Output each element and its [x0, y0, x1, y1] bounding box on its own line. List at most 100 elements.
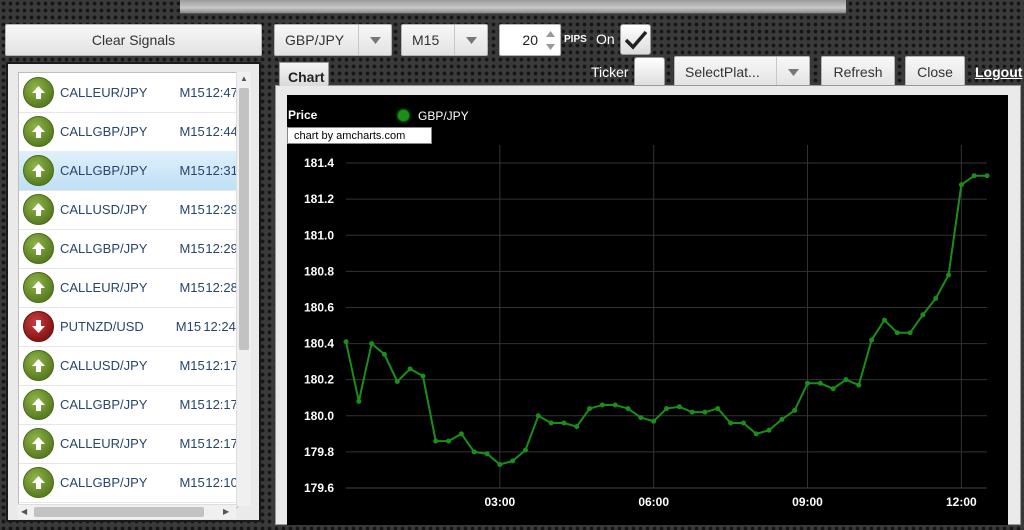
signal-row[interactable]: CALLGBP/JPY M1512:10:45 [19, 463, 237, 503]
platform-dropdown[interactable]: SelectPlat... [674, 56, 810, 88]
x-tick-label: 12:00 [946, 495, 977, 509]
signal-type: CALL [60, 163, 93, 178]
price-point [651, 418, 657, 424]
signal-row[interactable]: CALLUSD/JPY M1512:29:52 [19, 190, 237, 230]
spin-up-icon[interactable] [543, 27, 558, 40]
close-button[interactable]: Close [905, 56, 965, 88]
arrow-up-icon [23, 467, 54, 498]
ticker-checkbox[interactable] [634, 57, 665, 88]
symbol-value: GBP/JPY [285, 32, 345, 48]
signal-pair: GBP/JPY [92, 241, 148, 256]
signal-pair: GBP/JPY [92, 475, 148, 490]
price-point [792, 407, 798, 413]
y-tick-label: 180.2 [304, 373, 334, 387]
pips-label: PIPS [564, 34, 587, 45]
signal-timeframe: M15 [179, 358, 205, 373]
price-point [446, 438, 452, 444]
y-tick-label: 181.4 [304, 156, 334, 170]
signal-type: CALL [60, 124, 93, 139]
price-point [612, 402, 618, 408]
scroll-left-icon[interactable]: ◀ [21, 507, 27, 516]
signal-timeframe: M15 [179, 436, 205, 451]
price-point [830, 386, 836, 392]
chart-credit[interactable]: chart by amcharts.com [287, 127, 432, 144]
price-point [587, 406, 593, 412]
price-point [766, 427, 772, 433]
signal-time: 12:10:45 [205, 475, 237, 490]
arrow-down-icon [23, 311, 54, 342]
signal-timeframe: M15 [179, 202, 205, 217]
signal-row[interactable]: CALLEUR/JPY M1512:47:53 [19, 73, 237, 113]
signal-list-panel: CALLEUR/JPYM1512:47:53CALLGBP/JPYM1512:4… [6, 62, 261, 522]
signal-row[interactable]: CALLUSD/JPY M1512:17:38 [19, 346, 237, 386]
price-point [625, 406, 631, 412]
price-point [779, 416, 785, 422]
signal-row[interactable]: CALLEUR/JPY M1512:17:03 [19, 424, 237, 464]
arrow-up-icon [23, 116, 54, 147]
signal-row[interactable]: CALLEUR/JPY M1512:28:53 [19, 268, 237, 308]
on-label: On [596, 31, 615, 47]
scroll-up-icon[interactable]: ▲ [240, 74, 248, 83]
price-point [369, 341, 375, 347]
timeframe-dropdown[interactable]: M15 [401, 24, 488, 56]
symbol-dropdown[interactable]: GBP/JPY [274, 24, 392, 56]
price-point [920, 312, 926, 318]
price-point [856, 382, 862, 388]
arrow-up-icon [23, 155, 54, 186]
price-point [458, 431, 464, 437]
signal-type: CALL [60, 85, 93, 100]
signal-timeframe: M15 [179, 397, 205, 412]
logout-link[interactable]: Logout [975, 64, 1022, 80]
price-point [433, 438, 439, 444]
signal-pair: USD/JPY [92, 202, 148, 217]
x-tick-label: 09:00 [792, 495, 823, 509]
tab-chart[interactable]: Chart [279, 62, 329, 86]
price-point [894, 330, 900, 336]
signal-type: CALL [60, 358, 93, 373]
signal-time: 12:17:38 [205, 358, 237, 373]
legend-label[interactable]: GBP/JPY [418, 109, 469, 123]
price-point [548, 420, 554, 426]
chevron-down-icon [776, 57, 809, 87]
x-tick-label: 06:00 [638, 495, 669, 509]
scroll-thumb[interactable] [239, 88, 249, 350]
signal-row[interactable]: PUTNZD/USD M1512:24:53 [19, 307, 237, 347]
signal-type: CALL [60, 202, 93, 217]
price-point [561, 420, 567, 426]
spin-down-icon[interactable] [543, 40, 558, 53]
refresh-button[interactable]: Refresh [821, 56, 895, 88]
chevron-down-icon [454, 25, 487, 55]
signal-row[interactable]: CALLGBP/JPY M1512:17:28 [19, 385, 237, 425]
horizontal-scrollbar[interactable]: ◀ ▶ [18, 504, 236, 519]
price-point [574, 424, 580, 430]
y-tick-label: 180.0 [304, 409, 334, 423]
price-point [728, 420, 734, 426]
y-tick-label: 180.8 [304, 264, 334, 278]
signal-row[interactable]: CALLGBP/JPY M1512:29:48 [19, 229, 237, 269]
price-point [638, 415, 644, 421]
scroll-right-icon[interactable]: ▶ [223, 507, 229, 516]
signal-list[interactable]: CALLEUR/JPYM1512:47:53CALLGBP/JPYM1512:4… [18, 72, 238, 508]
signal-row[interactable]: CALLGBP/JPY M1512:44:56 [19, 112, 237, 152]
price-point [676, 404, 682, 410]
on-checkbox[interactable] [620, 24, 651, 55]
price-point [343, 339, 349, 345]
scroll-thumb-horizontal[interactable] [34, 507, 204, 517]
y-tick-label: 181.2 [304, 192, 334, 206]
signal-timeframe: M15 [179, 241, 205, 256]
clear-signals-button[interactable]: Clear Signals [5, 24, 262, 56]
price-point [522, 447, 528, 453]
price-point [907, 330, 913, 336]
checkmark-icon [624, 30, 647, 50]
price-point [420, 373, 426, 379]
arrow-up-icon [23, 389, 54, 420]
price-point [715, 406, 721, 412]
pips-stepper[interactable]: 20 [499, 24, 561, 56]
y-tick-label: 179.8 [304, 445, 334, 459]
signal-pair: EUR/JPY [92, 280, 148, 295]
signal-pair: EUR/JPY [92, 85, 148, 100]
vertical-scrollbar[interactable]: ▲ [236, 72, 251, 506]
arrow-up-icon [23, 272, 54, 303]
price-point [933, 295, 939, 301]
signal-row[interactable]: CALLGBP/JPY M1512:31:55 [19, 151, 237, 191]
